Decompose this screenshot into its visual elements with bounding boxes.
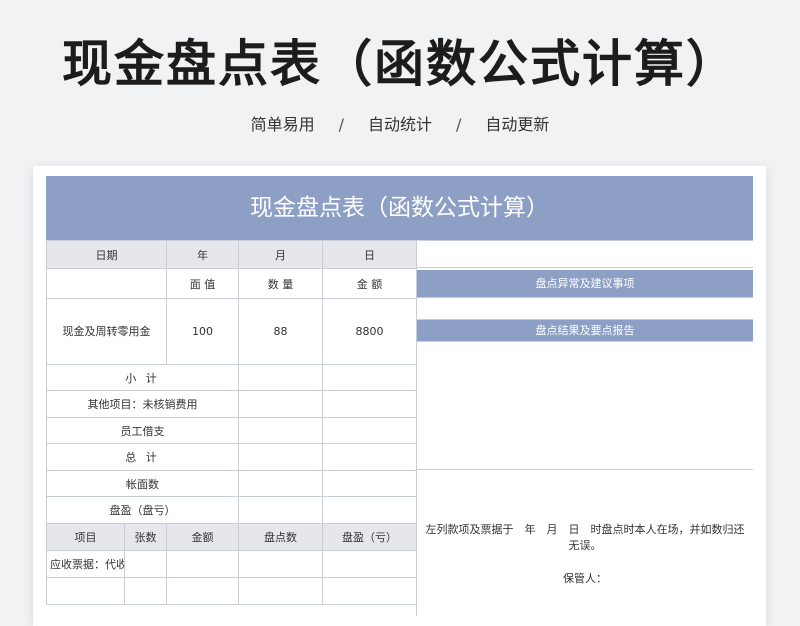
employee-loan-amount-cell[interactable] [322, 417, 417, 444]
subtotal-row: 小 计 [46, 364, 417, 391]
separator: / [338, 115, 344, 134]
cash-count-table: 日期 年 月 日 面 值 数 量 金 额 现金及周转零用金 100 88 880… [46, 240, 417, 605]
receivable-label: 应收票据：代收 [46, 550, 125, 578]
amount-cell[interactable]: 8800 [322, 298, 417, 365]
page-title: 现金盘点表（函数公式计算） [62, 35, 738, 93]
cash-row: 现金及周转零用金 100 88 8800 [46, 298, 417, 365]
custody-statement: 左列款项及票据于 年 月 日 时盘点时本人在场，并如数归还无误。 [425, 523, 745, 552]
item-header: 项目 [46, 523, 125, 551]
remarks-top-blank[interactable] [417, 240, 753, 268]
lower-header-row: 项目 张数 金额 盘点数 盘盈（亏） [46, 523, 417, 551]
count-header: 盘点数 [238, 523, 323, 551]
blank-count-cell[interactable] [238, 577, 323, 605]
other-items-quantity-cell[interactable] [238, 390, 323, 418]
receivable-surplus-cell[interactable] [322, 550, 417, 578]
surplus-row: 盘盈（盘亏） [46, 496, 417, 524]
subtotal-label: 小 计 [46, 364, 239, 391]
separator: / [456, 115, 462, 134]
book-value-amount-cell[interactable] [322, 470, 417, 497]
other-items-row: 其他项目：未核销费用 [46, 390, 417, 418]
face-value-header: 面 值 [166, 268, 239, 299]
blank-sheets-cell[interactable] [124, 577, 167, 605]
subtotal-quantity-cell[interactable] [238, 364, 323, 391]
result-report-cell[interactable] [417, 342, 753, 470]
blank-row [46, 577, 417, 605]
employee-loan-quantity-cell[interactable] [238, 417, 323, 444]
sheet-title-banner: 现金盘点表（函数公式计算） [46, 176, 753, 241]
surplus-header: 盘盈（亏） [322, 523, 417, 551]
month-label: 月 [238, 240, 323, 269]
total-label: 总 计 [46, 443, 239, 471]
other-items-label: 其他项目：未核销费用 [46, 390, 239, 418]
year-label: 年 [166, 240, 239, 269]
quantity-cell[interactable]: 88 [238, 298, 323, 365]
anomaly-header: 盘点异常及建议事项 [417, 270, 753, 298]
sheets-header: 张数 [124, 523, 167, 551]
total-row: 总 计 [46, 443, 417, 471]
feature-auto-update: 自动更新 [485, 115, 550, 134]
feature-auto-stats: 自动统计 [367, 115, 432, 134]
anomaly-notes-cell[interactable] [417, 298, 753, 320]
quantity-header: 数 量 [238, 268, 323, 299]
column-header-row: 面 值 数 量 金 额 [46, 268, 417, 299]
lower-amount-header: 金额 [166, 523, 239, 551]
receivable-sheets-cell[interactable] [124, 550, 167, 578]
feature-tagline: 简单易用 / 自动统计 / 自动更新 [0, 112, 800, 138]
employee-loan-label: 员工借支 [46, 417, 239, 444]
book-value-row: 帐面数 [46, 470, 417, 497]
total-amount-cell[interactable] [322, 443, 417, 471]
book-value-label: 帐面数 [46, 470, 239, 497]
result-header: 盘点结果及要点报告 [417, 320, 753, 342]
cash-label: 现金及周转零用金 [46, 298, 167, 365]
receivable-amount-cell[interactable] [166, 550, 239, 578]
employee-loan-row: 员工借支 [46, 417, 417, 444]
surplus-amount-cell[interactable] [322, 496, 417, 524]
subtotal-amount-cell[interactable] [322, 364, 417, 391]
blank-surplus-cell[interactable] [322, 577, 417, 605]
feature-easy: 简单易用 [250, 115, 315, 134]
surplus-label: 盘盈（盘亏） [46, 496, 239, 524]
custodian-signature-label: 保管人： [563, 572, 607, 585]
blank-item-cell[interactable] [46, 577, 125, 605]
spreadsheet-preview-card: 现金盘点表（函数公式计算） 日期 年 月 日 面 值 数 量 金 额 现金及周转… [33, 166, 766, 626]
remarks-panel: 盘点异常及建议事项 盘点结果及要点报告 左列款项及票据于 年 月 日 时盘点时本… [416, 240, 753, 616]
blank-header-cell[interactable] [46, 268, 167, 299]
day-label: 日 [322, 240, 417, 269]
date-label: 日期 [46, 240, 167, 269]
amount-header: 金 额 [322, 268, 417, 299]
cash-count-sheet: 现金盘点表（函数公式计算） 日期 年 月 日 面 值 数 量 金 额 现金及周转… [46, 176, 753, 616]
blank-amount-cell[interactable] [166, 577, 239, 605]
receivable-row: 应收票据：代收 [46, 550, 417, 578]
book-value-quantity-cell[interactable] [238, 470, 323, 497]
receivable-count-cell[interactable] [238, 550, 323, 578]
other-items-amount-cell[interactable] [322, 390, 417, 418]
face-value-cell[interactable]: 100 [166, 298, 239, 365]
surplus-quantity-cell[interactable] [238, 496, 323, 524]
total-quantity-cell[interactable] [238, 443, 323, 471]
date-row: 日期 年 月 日 [46, 240, 417, 269]
